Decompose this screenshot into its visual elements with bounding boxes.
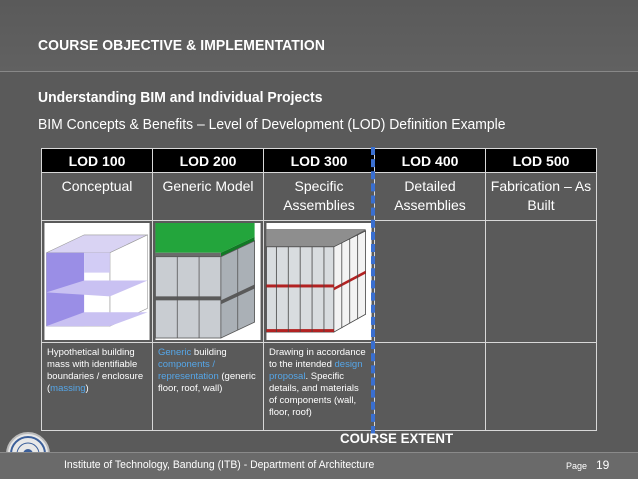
note-lod500 — [485, 342, 597, 431]
institution-label: Institute of Technology, Bandung (ITB) -… — [64, 459, 375, 471]
img-lod500 — [485, 220, 597, 343]
header-lod100: LOD 100 — [41, 148, 153, 173]
course-extent-label: COURSE EXTENT — [340, 430, 454, 446]
image-row — [41, 220, 597, 343]
notes-row: Hypothetical building mass with identifi… — [41, 342, 597, 431]
img-lod300 — [263, 220, 375, 343]
slide-subtitle-2: BIM Concepts & Benefits – Level of Devel… — [38, 116, 506, 133]
massing-image — [44, 223, 150, 340]
title-bar: COURSE OBJECTIVE & IMPLEMENTATION — [0, 0, 638, 72]
desc-lod300: Specific Assemblies — [263, 172, 375, 221]
lod-table: LOD 100 LOD 200 LOD 300 LOD 400 LOD 500 … — [41, 148, 597, 431]
desc-lod100: Conceptual — [41, 172, 153, 221]
page-label: Page — [566, 461, 588, 471]
description-row: Conceptual Generic Model Specific Assemb… — [41, 172, 597, 221]
desc-lod200: Generic Model — [152, 172, 264, 221]
note-lod400 — [374, 342, 486, 431]
header-lod300: LOD 300 — [263, 148, 375, 173]
footer-bar: Institute of Technology, Bandung (ITB) -… — [0, 452, 638, 479]
header-lod400: LOD 400 — [374, 148, 486, 173]
course-extent-line — [371, 147, 375, 434]
generic-model-image — [155, 223, 261, 340]
header-row: LOD 100 LOD 200 LOD 300 LOD 400 LOD 500 — [41, 148, 597, 173]
img-lod400 — [374, 220, 486, 343]
desc-lod400: Detailed Assemblies — [374, 172, 486, 221]
note-lod300: Drawing in accordance to the intended de… — [263, 342, 375, 431]
note-lod100: Hypothetical building mass with identifi… — [41, 342, 153, 431]
page-number: 19 — [596, 458, 610, 472]
slide-title: COURSE OBJECTIVE & IMPLEMENTATION — [38, 37, 326, 54]
img-lod200 — [152, 220, 264, 343]
img-lod100 — [41, 220, 153, 343]
note-lod200: Generic building components / representa… — [152, 342, 264, 431]
specific-assemblies-image — [266, 223, 372, 340]
header-lod200: LOD 200 — [152, 148, 264, 173]
desc-lod500: Fabrication – As Built — [485, 172, 597, 221]
header-lod500: LOD 500 — [485, 148, 597, 173]
slide-subtitle: Understanding BIM and Individual Project… — [38, 89, 323, 106]
